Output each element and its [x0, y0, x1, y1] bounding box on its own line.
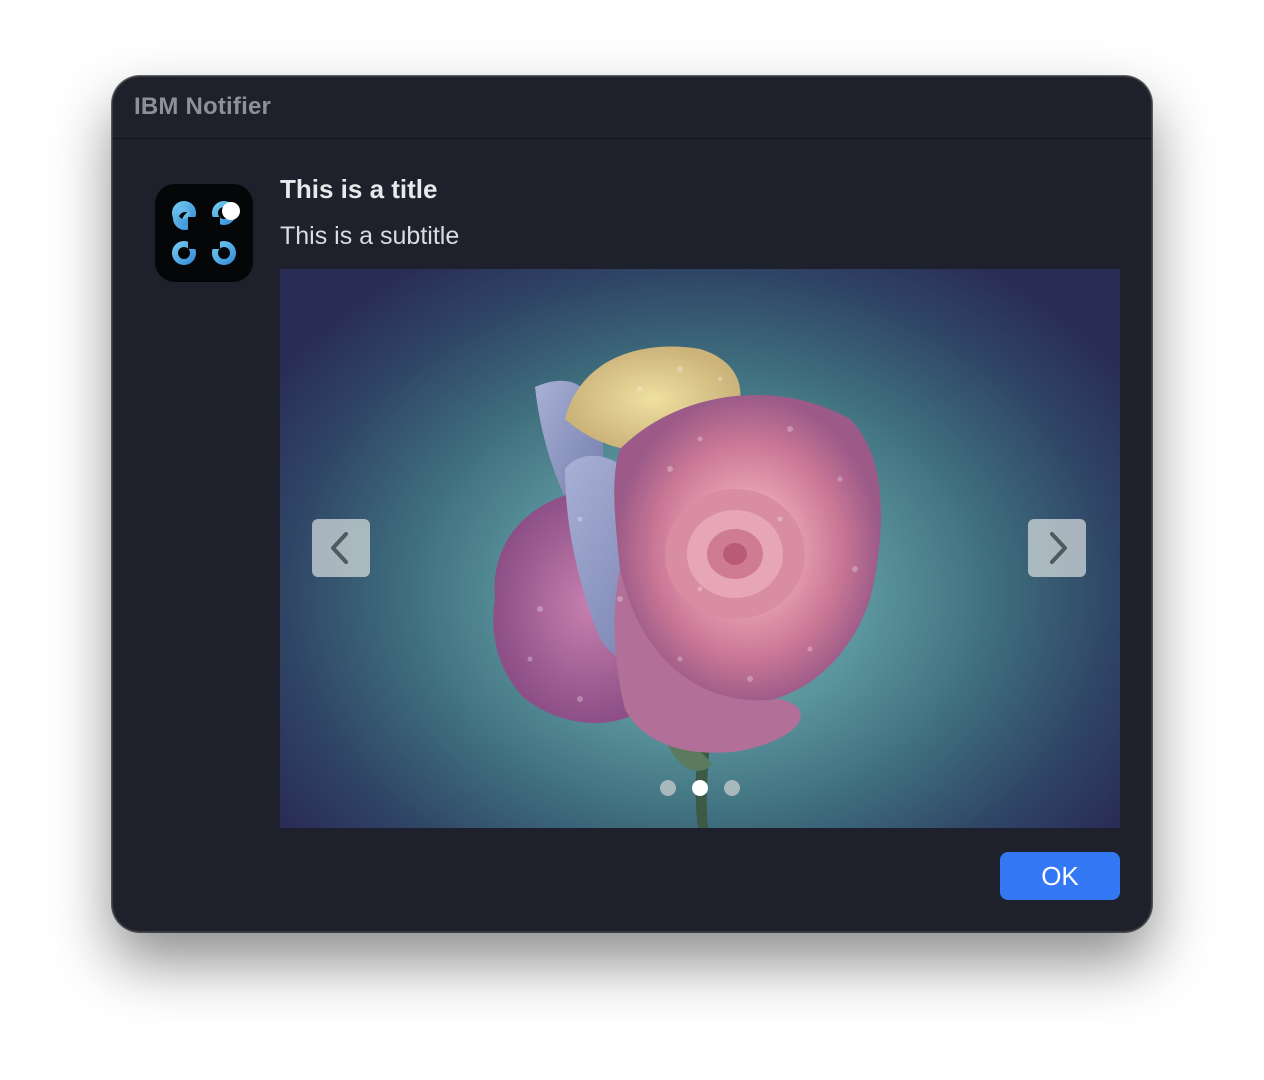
window-title: IBM Notifier: [134, 93, 272, 120]
page-dot-3[interactable]: [724, 780, 740, 796]
message-subtitle: This is a subtitle: [280, 222, 460, 250]
chevron-left-icon: [331, 532, 348, 564]
command-key-icon: [155, 184, 253, 282]
notification-badge-dot: [222, 202, 240, 220]
page-indicator: [660, 780, 740, 796]
next-image-button[interactable]: [1028, 519, 1086, 577]
chevron-right-icon: [1050, 532, 1067, 564]
rose-image: [493, 346, 882, 828]
ok-button[interactable]: OK: [1000, 852, 1120, 900]
page-dot-2[interactable]: [692, 780, 708, 796]
image-carousel: [280, 269, 1120, 828]
previous-image-button[interactable]: [312, 519, 370, 577]
page-dot-1[interactable]: [660, 780, 676, 796]
notifier-window: IBM Notifier This is a title This is a s…: [112, 76, 1152, 932]
message-title: This is a title: [280, 174, 438, 204]
title-bar[interactable]: IBM Notifier: [112, 76, 1152, 139]
